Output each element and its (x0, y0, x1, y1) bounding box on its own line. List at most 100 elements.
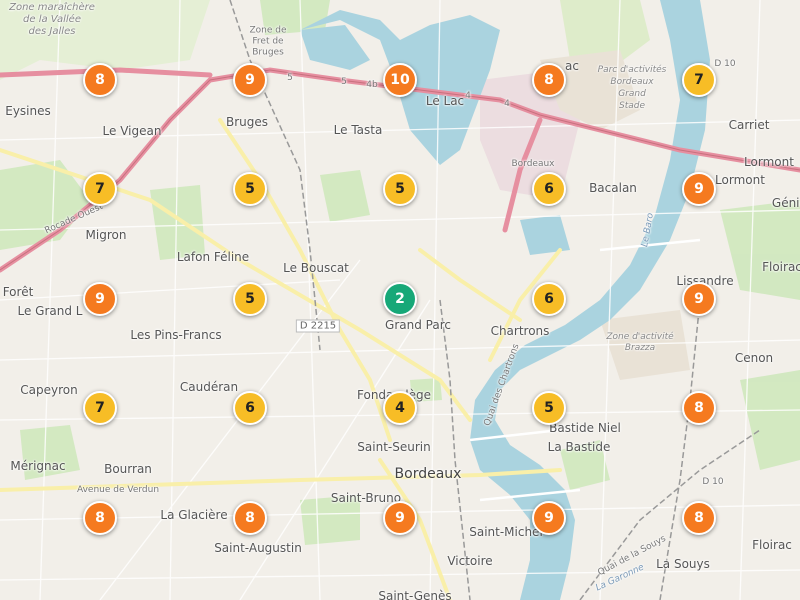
label-la-glaciere: La Glacière (160, 508, 228, 522)
cluster-marker[interactable]: 2 (383, 282, 417, 316)
label-foret: Forêt (2, 285, 34, 299)
label-d10-b: D 10 (702, 477, 724, 487)
cluster-count: 5 (395, 181, 405, 197)
cluster-marker[interactable]: 10 (383, 63, 417, 97)
label-bastide-niel: Bastide Niel (549, 421, 621, 435)
cluster-marker[interactable]: 5 (383, 172, 417, 206)
cluster-count: 2 (395, 291, 405, 307)
label-bordeaux: Bordeaux (394, 466, 462, 482)
cluster-count: 9 (694, 291, 704, 307)
label-road-4c: 4 (504, 99, 510, 109)
cluster-count: 9 (395, 510, 405, 526)
cluster-marker[interactable]: 4 (383, 391, 417, 425)
label-victoire: Victoire (447, 554, 493, 568)
label-eysines: Eysines (5, 104, 51, 118)
label-chartrons: Chartrons (490, 324, 550, 338)
cluster-count: 8 (95, 510, 105, 526)
label-avenue-verdun: Avenue de Verdun (76, 485, 160, 495)
cluster-count: 7 (95, 400, 105, 416)
label-le-bouscat: Le Bouscat (283, 261, 349, 275)
cluster-count: 10 (390, 72, 410, 88)
label-carriet: Carriet (728, 118, 770, 132)
cluster-count: 6 (544, 291, 554, 307)
label-le-lac: Le Lac (425, 94, 465, 108)
cluster-count: 9 (544, 510, 554, 526)
cluster-marker[interactable]: 8 (532, 63, 566, 97)
label-genic: Génic (771, 196, 800, 210)
cluster-marker[interactable]: 8 (233, 501, 267, 535)
label-zone-fret: Zone de Fret de Bruges (249, 25, 287, 58)
cluster-count: 8 (694, 510, 704, 526)
cluster-count: 8 (95, 72, 105, 88)
cluster-marker[interactable]: 7 (83, 391, 117, 425)
cluster-count: 7 (95, 181, 105, 197)
cluster-count: 8 (245, 510, 255, 526)
label-road-4a: 4 (465, 91, 471, 101)
cluster-marker[interactable]: 9 (682, 282, 716, 316)
cluster-count: 6 (245, 400, 255, 416)
label-floirac: Floirac (752, 538, 792, 552)
cluster-marker[interactable]: 6 (532, 282, 566, 316)
label-le-grand-l: Le Grand L (17, 304, 83, 318)
label-road-4b: 4b (366, 80, 378, 90)
label-d2215: D 2215 (295, 319, 341, 333)
label-road-5b: 5 (341, 77, 347, 87)
cluster-marker[interactable]: 9 (83, 282, 117, 316)
label-d10: D 10 (714, 59, 736, 69)
cluster-count: 5 (245, 181, 255, 197)
label-zone-maraichere: Zone maraîchère de la Vallée des Jalles (9, 2, 95, 37)
label-bruges: Bruges (225, 115, 269, 129)
cluster-marker[interactable]: 9 (383, 501, 417, 535)
cluster-marker[interactable]: 6 (233, 391, 267, 425)
map-view[interactable]: Zone maraîchère de la Vallée des Jalles … (0, 0, 800, 600)
label-bourran: Bourran (104, 462, 152, 476)
cluster-marker[interactable]: 6 (532, 172, 566, 206)
cluster-marker[interactable]: 5 (532, 391, 566, 425)
cluster-count: 9 (245, 72, 255, 88)
cluster-marker[interactable]: 7 (682, 63, 716, 97)
cluster-count: 6 (544, 181, 554, 197)
cluster-count: 9 (95, 291, 105, 307)
label-lormont-2: Lormont (715, 173, 765, 187)
cluster-marker[interactable]: 9 (532, 501, 566, 535)
label-migron: Migron (85, 228, 127, 242)
label-la-bastide: La Bastide (547, 440, 611, 454)
label-lafon-feline: Lafon Féline (176, 250, 250, 264)
cluster-marker[interactable]: 9 (682, 172, 716, 206)
cluster-count: 8 (544, 72, 554, 88)
cluster-marker[interactable]: 5 (233, 172, 267, 206)
cluster-marker[interactable]: 8 (83, 501, 117, 535)
cluster-marker[interactable]: 8 (682, 501, 716, 535)
cluster-count: 5 (544, 400, 554, 416)
cluster-count: 9 (694, 181, 704, 197)
label-grand-parc: Grand Parc (385, 318, 451, 332)
label-lormont: Lormont (744, 155, 794, 169)
label-la-souys: La Souys (656, 557, 710, 571)
label-saint-michel: Saint-Michel (469, 525, 543, 539)
label-bordeaux-lac: Bordeaux (511, 159, 555, 169)
label-parc-activites: Parc d'activités Bordeaux Grand Stade (597, 65, 667, 111)
label-le-tasta: Le Tasta (333, 123, 383, 137)
cluster-marker[interactable]: 8 (83, 63, 117, 97)
label-cenon: Cenon (734, 351, 774, 365)
label-lac: ac (565, 59, 579, 73)
label-cauderan: Caudéran (179, 380, 239, 394)
label-saint-genes: Saint-Genès (378, 589, 452, 600)
cluster-count: 8 (694, 400, 704, 416)
label-bacalan: Bacalan (589, 181, 637, 195)
cluster-count: 7 (694, 72, 704, 88)
cluster-marker[interactable]: 5 (233, 282, 267, 316)
cluster-marker[interactable]: 8 (682, 391, 716, 425)
label-merignac: Mérignac (10, 459, 66, 473)
label-les-pins-francs: Les Pins-Francs (130, 328, 222, 342)
label-capeyron: Capeyron (20, 383, 78, 397)
label-road-5a: 5 (287, 73, 293, 83)
cluster-marker[interactable]: 9 (233, 63, 267, 97)
cluster-marker[interactable]: 7 (83, 172, 117, 206)
cluster-count: 4 (395, 400, 405, 416)
label-saint-seurin: Saint-Seurin (357, 440, 431, 454)
label-floirac-top: Floirac (762, 260, 800, 274)
label-saint-augustin: Saint-Augustin (214, 541, 302, 555)
label-zone-brazza: Zone d'activité Brazza (606, 332, 674, 353)
label-le-vigean: Le Vigean (102, 124, 162, 138)
